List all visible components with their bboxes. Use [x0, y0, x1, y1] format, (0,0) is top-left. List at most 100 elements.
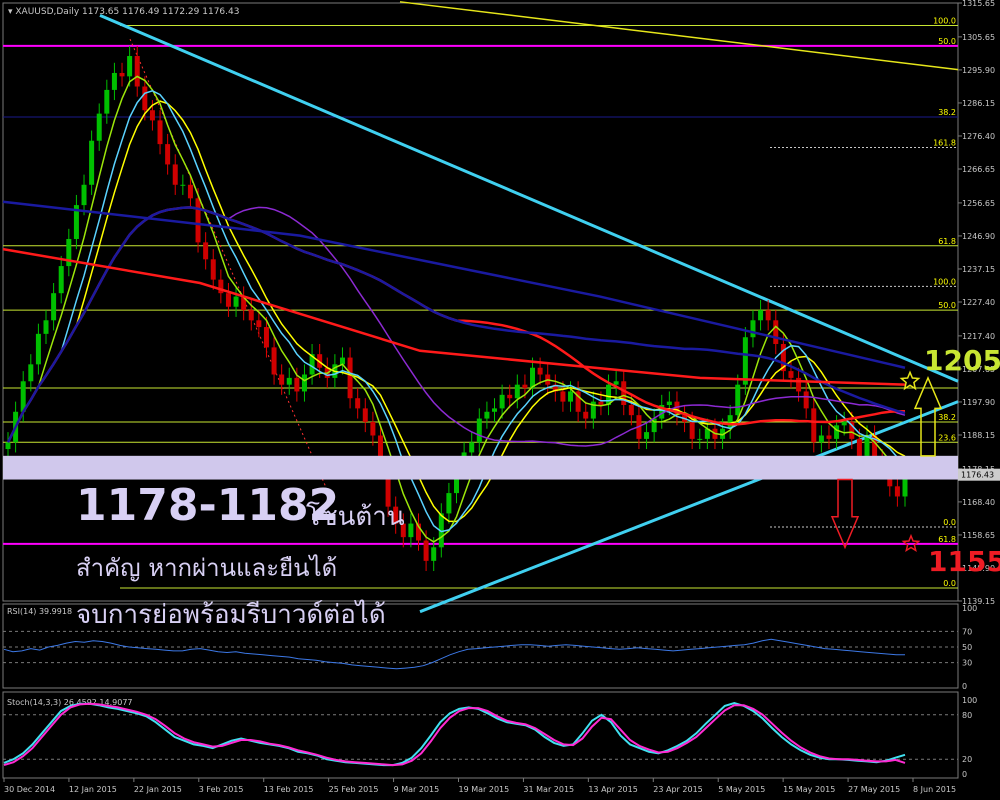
fib-label-lower: 0.0	[943, 518, 956, 527]
candle-body	[81, 184, 87, 206]
date-tick-label: 12 Jan 2015	[69, 785, 117, 794]
fib-label-lower: 38.2	[938, 413, 956, 422]
candle-body	[165, 144, 171, 165]
red-dotted-trendline	[129, 38, 331, 497]
fib-label-upper: 50.0	[938, 37, 956, 46]
candle-body	[256, 320, 262, 328]
fib-label-lower: 61.8	[938, 535, 956, 544]
candle-body	[507, 394, 513, 399]
date-tick-label: 19 Mar 2015	[459, 785, 510, 794]
stoch-tick-label: 100	[962, 696, 977, 705]
candle-body	[225, 293, 231, 307]
rsi-tick-label: 30	[962, 659, 972, 668]
resistance-zone-band	[3, 455, 958, 480]
date-tick-label: 31 Mar 2015	[523, 785, 574, 794]
price-chart[interactable]: ▾ XAUUSD,Daily 1173.65 1176.49 1172.29 1…	[0, 0, 1000, 800]
candle-body	[431, 547, 437, 561]
candle-body	[628, 404, 634, 416]
candle-body	[856, 438, 862, 456]
rsi-title: RSI(14) 39.9918	[7, 607, 72, 616]
candle-body	[286, 377, 292, 385]
price-tick-label: 1256.65	[962, 199, 995, 208]
fib-label-upper: 161.8	[933, 139, 956, 148]
date-tick-label: 25 Feb 2015	[329, 785, 379, 794]
price-tick-label: 1197.90	[962, 398, 995, 407]
stoch-panel-frame	[2, 691, 959, 779]
candle-body	[5, 442, 11, 450]
candle-body	[864, 435, 870, 456]
price-tick-label: 1295.90	[962, 66, 995, 75]
candle-body	[142, 86, 148, 111]
price-tick-label: 1276.40	[962, 132, 995, 141]
price-tick-label: 1168.40	[962, 498, 995, 507]
candle-body	[195, 198, 201, 243]
candle-body	[210, 259, 216, 280]
candle-body	[742, 337, 748, 385]
price-tick-label: 1158.65	[962, 531, 995, 540]
candle-body	[104, 89, 110, 114]
note-line-3: จบการย่อพร้อมรีบาวด์ต่อได้	[76, 600, 386, 630]
candle-body	[522, 384, 528, 389]
stoch-tick-label: 80	[962, 711, 972, 720]
candle-body	[446, 493, 452, 514]
stoch-line	[3, 702, 906, 767]
price-tick-label: 1286.15	[962, 99, 995, 108]
candle-body	[765, 310, 771, 321]
candle-body	[28, 364, 34, 382]
candle-body	[644, 432, 650, 439]
candle-body	[423, 540, 429, 561]
candle-body	[119, 72, 125, 77]
candle-body	[697, 438, 703, 440]
candle-body	[598, 401, 604, 405]
candle-body	[758, 310, 764, 321]
fib-label-lower: 100.0	[933, 277, 956, 286]
price-tick-label: 1246.90	[962, 232, 995, 241]
candle-body	[111, 72, 117, 90]
fib-label-upper: 100.0	[933, 17, 956, 26]
candle-body	[203, 242, 209, 260]
candle-body	[301, 374, 307, 392]
fib-label-lower: 0.0	[943, 579, 956, 588]
price-tick-label: 1266.65	[962, 165, 995, 174]
date-tick-label: 8 Jun 2015	[913, 785, 956, 794]
date-tick-label: 5 May 2015	[718, 785, 765, 794]
candle-body	[263, 327, 269, 348]
chart-header: ▾ XAUUSD,Daily 1173.65 1176.49 1172.29 1…	[8, 7, 239, 17]
candle-body	[583, 411, 589, 419]
price-tick-label: 1227.40	[962, 298, 995, 307]
date-tick-label: 3 Feb 2015	[199, 785, 244, 794]
fib-label-upper: 38.2	[938, 108, 956, 117]
price-tick-label: 1315.65	[962, 0, 995, 8]
cyan-trendline-down	[99, 13, 959, 383]
date-tick-label: 13 Apr 2015	[588, 785, 637, 794]
candle-body	[408, 523, 414, 538]
candle-body	[811, 408, 817, 443]
candle-body	[271, 347, 277, 375]
candle-body	[750, 320, 756, 338]
candle-body	[248, 310, 254, 321]
zone-text-number: 1178-1182	[76, 480, 340, 531]
candle-body	[58, 266, 64, 294]
price-tick-label: 1217.40	[962, 332, 995, 341]
target-up-star	[899, 370, 921, 391]
date-tick-label: 22 Jan 2015	[134, 785, 182, 794]
candle-body	[294, 377, 300, 392]
candle-body	[362, 408, 368, 422]
candle-body	[818, 435, 824, 443]
current-price-label: 1176.43	[961, 471, 994, 480]
fib-label-lower: 23.6	[938, 433, 956, 442]
rsi-tick-label: 100	[962, 604, 977, 613]
yellow-trendline	[399, 1, 959, 71]
candle-body	[803, 391, 809, 409]
target-up-label: 1205	[924, 344, 1000, 377]
fib-label-lower: 50.0	[938, 301, 956, 310]
rsi-line	[3, 638, 905, 670]
zone-text-thai: โซนต้าน	[306, 502, 405, 532]
candle-body	[613, 381, 619, 385]
candle-body	[339, 357, 345, 365]
fib-label-upper: 61.8	[938, 237, 956, 246]
rsi-tick-label: 0	[962, 682, 967, 691]
price-tick-label: 1188.15	[962, 431, 995, 440]
candle-body	[96, 113, 102, 141]
candle-body	[127, 56, 133, 77]
